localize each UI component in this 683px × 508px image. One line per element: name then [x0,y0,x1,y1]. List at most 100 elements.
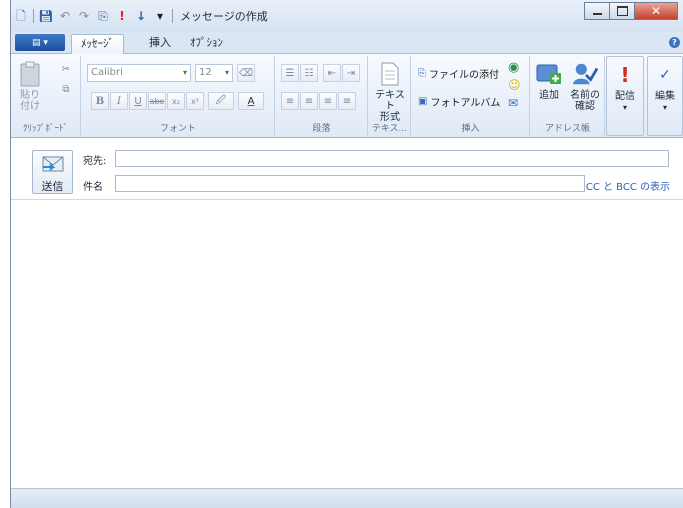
subscript-button[interactable]: x₂ [167,92,185,110]
tab-insert[interactable]: 挿入 [140,34,180,54]
edit-button[interactable]: ✓ 編集 ▾ [651,61,679,113]
save-icon[interactable]: 💾︎ [38,9,53,23]
close-button[interactable]: ✕ [634,2,678,20]
chevron-down-icon: ▾ [622,103,627,112]
group-label-font: フォント [159,124,196,134]
font-name-value: Calibri [91,67,123,78]
group-edit: ✓ 編集 ▾ [647,56,683,136]
numbering-icon[interactable]: ☷ [300,64,318,82]
signature-icon[interactable]: ✉ [508,96,518,110]
text-format-line1: テキスト [375,90,405,112]
clear-format-button[interactable]: ⌫ [237,64,255,82]
send-button[interactable]: 送信 [32,150,73,194]
font-name-combo[interactable]: Calibri ▾ [87,64,191,82]
chevron-down-icon: ▾ [224,68,229,77]
high-priority-icon[interactable]: ! [115,9,129,23]
cut-icon[interactable]: ✂ [57,60,75,78]
group-address-book: 追加 名前の 確認 アドレス帳 [531,56,605,136]
add-contact-label: 追加 [539,90,559,101]
low-priority-icon[interactable]: ↓ [134,9,148,23]
align-right-icon[interactable]: ≡ [319,92,337,110]
group-label-paragraph: 段落 [312,124,331,134]
align-center-icon[interactable]: ≡ [300,92,318,110]
font-size-combo[interactable]: 12 ▾ [195,64,233,82]
compose-window: 🗋 💾︎ ↶ ↷ ⎘ ! ↓ ▾ メッセージの作成 ✕ ▤ ▾ ﾒｯｾｰｼﾞ 挿… [10,0,683,508]
align-left-icon[interactable]: ≡ [281,92,299,110]
message-body-editor[interactable] [11,200,683,488]
group-deliver: ! 配信 ▾ [606,56,644,136]
tab-options[interactable]: ｵﾌﾟｼｮﾝ [181,34,232,54]
paste-label-line1: 貼り [20,90,40,101]
group-label-insert: 挿入 [461,124,480,134]
redo-icon[interactable]: ↷ [77,9,91,23]
font-color-button[interactable]: A [238,92,264,110]
undo-icon[interactable]: ↶ [58,9,72,23]
to-label: 宛先: [83,156,107,167]
qat-menu-icon[interactable]: ▾ [153,9,167,23]
title-bar: 🗋 💾︎ ↶ ↷ ⎘ ! ↓ ▾ メッセージの作成 ✕ [11,0,683,32]
group-clipboard: 貼り 付け ✂ ⧉ ｸﾘｯﾌﾟﾎﾞｰﾄﾞ [11,56,81,136]
ribbon: 貼り 付け ✂ ⧉ ｸﾘｯﾌﾟﾎﾞｰﾄﾞ Calibri ▾ 12 ▾ ⌫ B … [11,54,683,138]
paperclip-icon: ⎘ [418,68,426,79]
group-text-format: テキスト 形式 テキス... [369,56,411,136]
highlight-button[interactable]: 🖉 [208,92,234,110]
check-names-line1: 名前の [570,90,600,101]
quick-access-toolbar: 🗋 💾︎ ↶ ↷ ⎘ ! ↓ ▾ メッセージの作成 [14,8,268,24]
bold-button[interactable]: B [91,92,109,110]
spelling-icon: ✓ [659,66,671,83]
chevron-down-icon: ▾ [662,103,667,112]
app-icon[interactable]: 🗋 [14,9,28,23]
document-icon [377,60,403,88]
font-size-value: 12 [199,67,212,78]
show-cc-bcc-link[interactable]: CC と BCC の表示 [586,178,670,193]
chevron-down-icon: ▾ [182,68,187,77]
globe-icon[interactable]: ◉ [508,60,519,75]
deliver-label: 配信 [615,91,635,102]
deliver-button[interactable]: ! 配信 ▾ [611,61,639,113]
window-title: メッセージの作成 [180,10,268,23]
group-paragraph: ☰ ☷ ⇤ ⇥ ≡ ≡ ≡ ≡ 段落 [276,56,368,136]
superscript-button[interactable]: x² [186,92,204,110]
edit-label: 編集 [655,91,675,102]
subject-input[interactable] [115,175,585,192]
message-header: 送信 宛先: 件名 CC と BCC の表示 [11,138,683,200]
text-format-button[interactable]: テキスト 形式 [372,60,408,123]
photo-album-button[interactable]: ▣ フォトアルバム [418,94,500,109]
italic-button[interactable]: I [110,92,128,110]
group-label-clipboard: ｸﾘｯﾌﾟﾎﾞｰﾄﾞ [22,124,68,134]
ribbon-tab-bar: ▤ ▾ ﾒｯｾｰｼﾞ 挿入 ｵﾌﾟｼｮﾝ ? [11,32,683,54]
attach-file-label: ファイルの添付 [429,70,499,81]
subject-label: 件名 [83,182,103,193]
help-icon[interactable]: ? [669,37,680,48]
bullets-icon[interactable]: ☰ [281,64,299,82]
copy-icon[interactable]: ⧉ [57,80,75,98]
decrease-indent-icon[interactable]: ⇤ [323,64,341,82]
check-names-icon [572,60,598,88]
to-input[interactable] [115,150,669,167]
send-label: 送信 [41,180,64,193]
justify-icon[interactable]: ≡ [338,92,356,110]
group-label-text-format: テキス... [371,124,408,134]
photo-icon: ▣ [418,96,428,107]
add-contact-button[interactable]: 追加 [535,60,563,101]
tab-message[interactable]: ﾒｯｾｰｼﾞ [71,34,124,54]
strikethrough-button[interactable]: abe [148,92,166,110]
paste-button[interactable]: 貼り 付け [17,60,43,112]
qat-separator [172,9,173,23]
underline-button[interactable]: U [129,92,147,110]
window-controls: ✕ [584,2,678,20]
attach-file-button[interactable]: ⎘ ファイルの添付 [418,66,499,81]
attach-icon[interactable]: ⎘ [96,9,110,23]
maximize-button[interactable] [609,2,635,20]
group-font: Calibri ▾ 12 ▾ ⌫ B I U abe x₂ x² 🖉 A フォン… [82,56,275,136]
send-icon [41,155,65,178]
minimize-button[interactable] [584,2,610,20]
check-names-line2: 確認 [575,101,595,112]
group-insert: ⎘ ファイルの添付 ▣ フォトアルバム ◉ ☺ ✉ 挿入 [412,56,530,136]
increase-indent-icon[interactable]: ⇥ [342,64,360,82]
check-names-button[interactable]: 名前の 確認 [567,60,603,112]
high-importance-icon: ! [620,62,630,87]
application-menu-button[interactable]: ▤ ▾ [15,34,65,51]
group-label-address-book: アドレス帳 [544,124,590,134]
emoticon-icon[interactable]: ☺ [508,78,521,92]
